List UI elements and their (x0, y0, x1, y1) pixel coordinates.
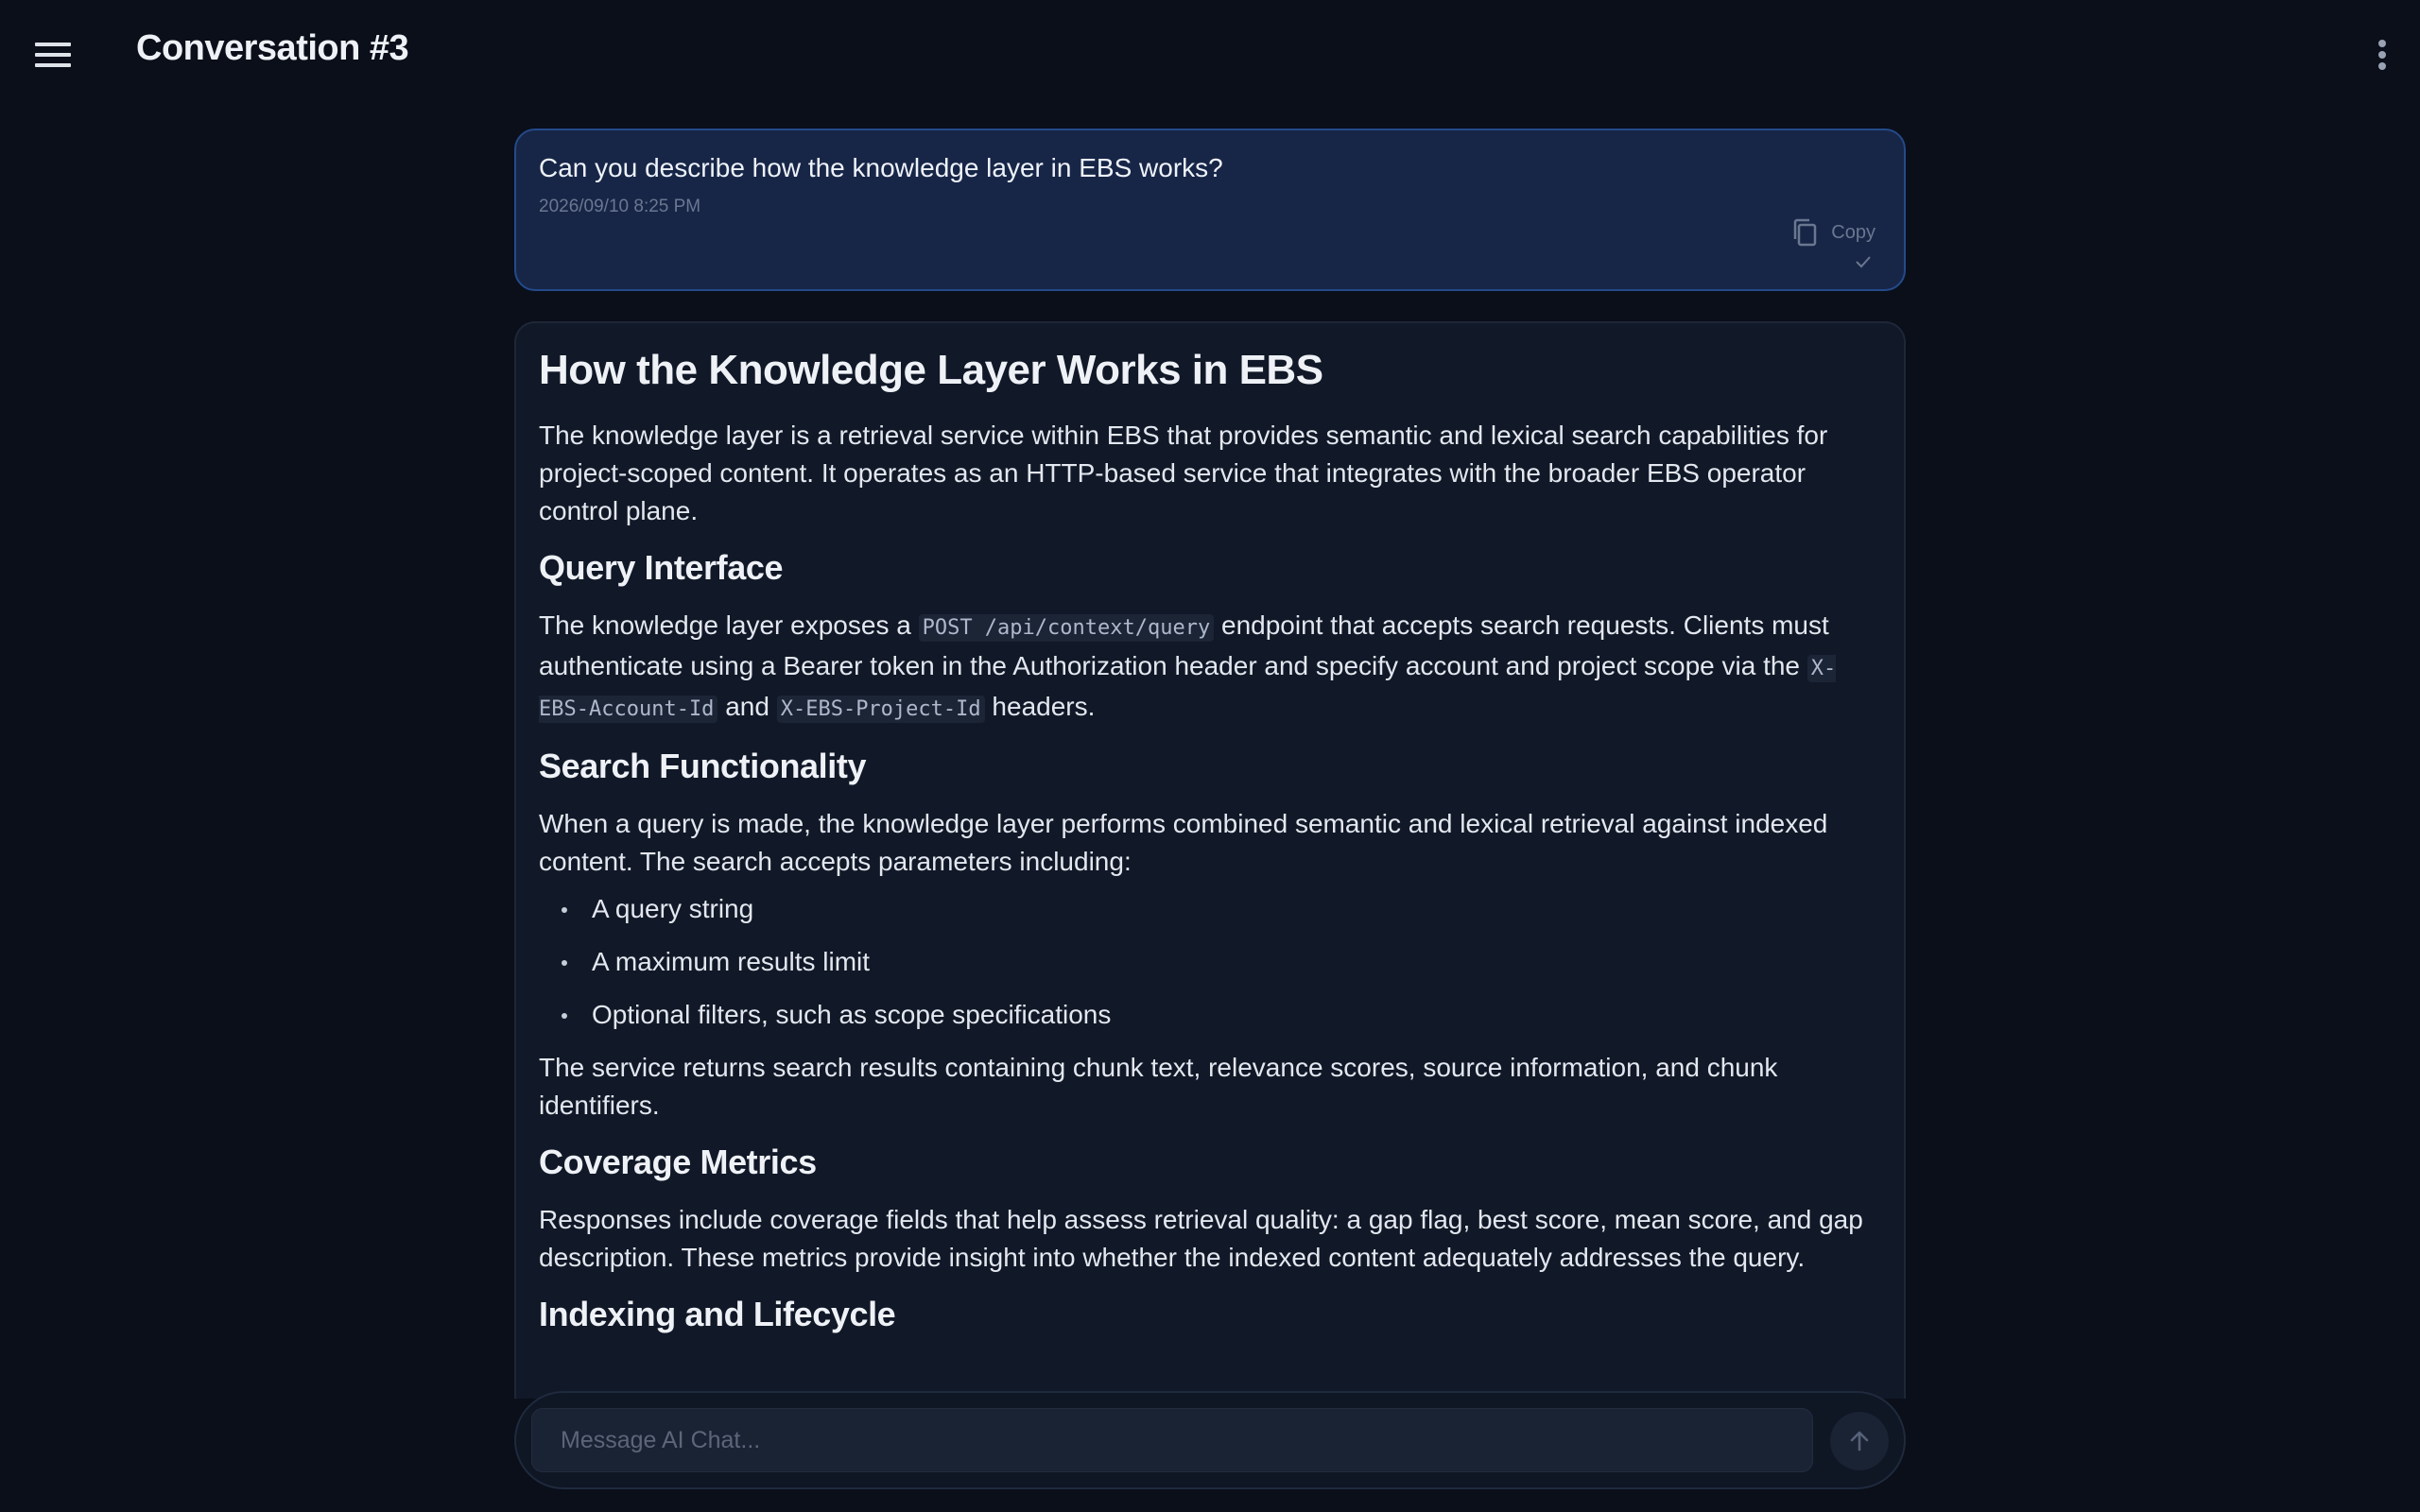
message-input[interactable] (531, 1408, 1813, 1472)
page-title: Conversation #3 (136, 28, 409, 68)
copy-icon (1794, 218, 1817, 247)
copy-label: Copy (1831, 221, 1876, 243)
hamburger-menu-icon (35, 43, 71, 67)
text-span: headers. (984, 691, 1096, 721)
more-vertical-icon (2378, 40, 2386, 70)
intro-paragraph: The knowledge layer is a retrieval servi… (539, 420, 1828, 525)
text-span: The knowledge layer exposes a (539, 610, 919, 640)
list-item: A maximum results limit (539, 943, 1881, 981)
search-parameters-list: A query string A maximum results limit O… (539, 890, 1881, 1034)
coverage-paragraph: Responses include coverage fields that h… (539, 1205, 1863, 1273)
list-item: Optional filters, such as scope specific… (539, 996, 1881, 1034)
list-item: A query string (539, 890, 1881, 928)
menu-button[interactable] (28, 30, 78, 79)
top-bar: Conversation #3 (0, 0, 2420, 106)
query-interface-paragraph: The knowledge layer exposes a POST /api/… (539, 607, 1881, 729)
user-message-text: Can you describe how the knowledge layer… (539, 153, 1223, 182)
section-heading-search-functionality: Search Functionality (539, 746, 867, 785)
user-message-bubble: Can you describe how the knowledge layer… (514, 129, 1906, 291)
more-options-button[interactable] (2356, 28, 2409, 81)
search-paragraph: When a query is made, the knowledge laye… (539, 809, 1828, 877)
check-icon (1856, 256, 1871, 268)
arrow-up-icon (1850, 1431, 1869, 1452)
endpoint-code: POST /api/context/query (918, 613, 1215, 642)
text-span: and (717, 691, 777, 721)
copy-button[interactable]: Copy (1791, 217, 1876, 248)
response-heading: How the Knowledge Layer Works in EBS (539, 347, 1323, 393)
send-button[interactable] (1830, 1412, 1889, 1470)
section-heading-query-interface: Query Interface (539, 547, 784, 587)
message-composer (514, 1391, 1906, 1489)
message-timestamp: 2026/09/10 8:25 PM (539, 197, 701, 217)
section-heading-indexing-lifecycle: Indexing and Lifecycle (539, 1295, 896, 1334)
project-header-code: X-EBS-Project-Id (776, 695, 985, 723)
assistant-message: How the Knowledge Layer Works in EBS The… (514, 321, 1906, 1399)
search-results-paragraph: The service returns search results conta… (539, 1053, 1778, 1121)
section-heading-coverage-metrics: Coverage Metrics (539, 1143, 817, 1182)
